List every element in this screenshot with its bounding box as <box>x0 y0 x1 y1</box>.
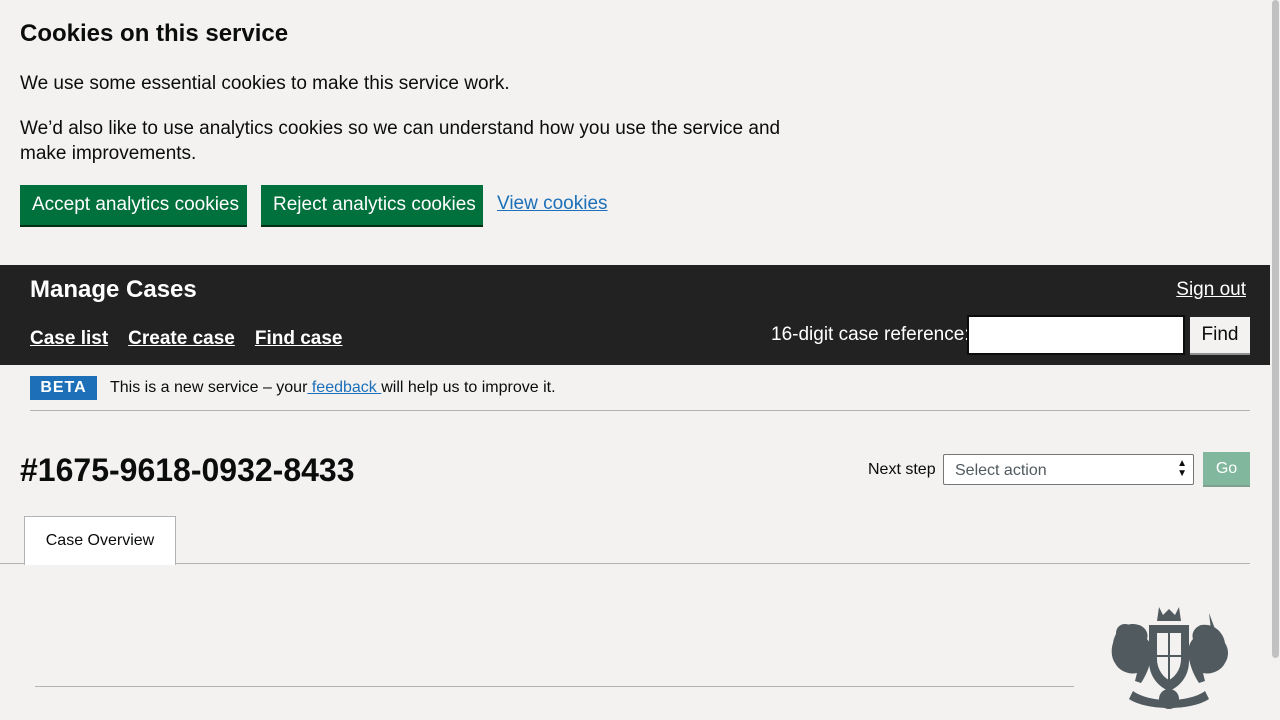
cookie-banner: Cookies on this service We use some esse… <box>0 0 1270 265</box>
phase-banner: BETA This is a new service – your feedba… <box>30 365 1250 411</box>
next-step-label: Next step <box>868 461 936 478</box>
sign-out-link[interactable]: Sign out <box>1176 279 1246 301</box>
view-cookies-link[interactable]: View cookies <box>497 193 608 215</box>
scrollbar-thumb[interactable] <box>1272 0 1279 658</box>
select-arrows-icon: ▲ ▼ <box>1177 458 1187 479</box>
case-number-heading: #1675-9618-0932-8433 <box>20 452 355 488</box>
phase-text-before: This is a new service – your <box>110 379 308 396</box>
case-reference-label: 16-digit case reference: <box>771 324 970 345</box>
case-reference-input[interactable] <box>967 315 1185 355</box>
vertical-scrollbar[interactable] <box>1270 0 1280 720</box>
cookie-banner-title: Cookies on this service <box>20 20 289 47</box>
find-button[interactable]: Find <box>1190 317 1250 353</box>
accept-analytics-cookies-button[interactable]: Accept analytics cookies <box>20 185 247 225</box>
reject-analytics-cookies-button[interactable]: Reject analytics cookies <box>261 185 483 225</box>
beta-tag: BETA <box>30 376 97 400</box>
phase-banner-text: This is a new service – your feedback wi… <box>110 379 556 397</box>
nav-case-list[interactable]: Case list <box>30 328 108 350</box>
nav-find-case[interactable]: Find case <box>255 328 343 350</box>
tab-case-overview[interactable]: Case Overview <box>24 516 176 565</box>
nav-create-case[interactable]: Create case <box>128 328 235 350</box>
primary-nav: Case list Create case Find case <box>30 328 343 350</box>
select-action-value: Select action <box>955 462 1047 479</box>
site-header: Manage Cases Sign out Case list Create c… <box>0 265 1280 365</box>
feedback-link[interactable]: feedback <box>307 379 381 396</box>
royal-coat-of-arms-icon <box>1111 607 1228 709</box>
cookie-banner-essential-text: We use some essential cookies to make th… <box>20 73 510 94</box>
tabs-divider <box>0 563 1250 564</box>
phase-text-after: will help us to improve it. <box>381 379 556 396</box>
service-title[interactable]: Manage Cases <box>30 276 197 304</box>
go-button[interactable]: Go <box>1203 452 1250 485</box>
cookie-banner-analytics-text: We’d also like to use analytics cookies … <box>20 118 781 164</box>
footer-divider <box>35 686 1074 687</box>
next-step-select[interactable]: Select action ▲ ▼ <box>943 454 1194 485</box>
